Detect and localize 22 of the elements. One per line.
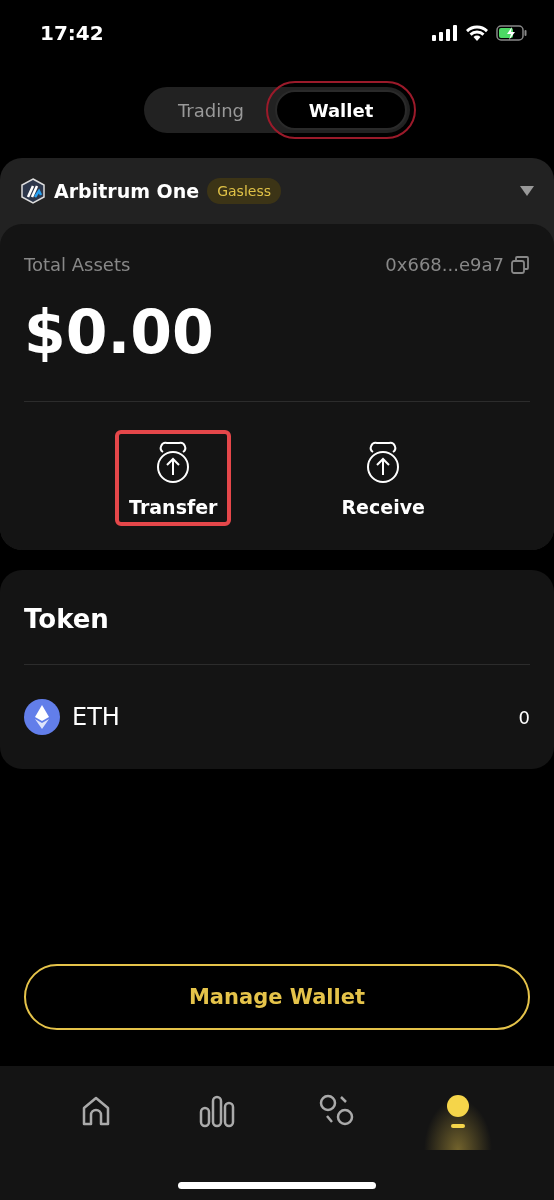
manage-wallet-button[interactable]: Manage Wallet (24, 964, 530, 1030)
battery-icon (496, 25, 528, 41)
gasless-badge: Gasless (207, 178, 281, 204)
swap-icon (319, 1094, 356, 1128)
wifi-icon (466, 25, 488, 41)
ethereum-icon (24, 699, 60, 735)
total-assets-label: Total Assets (24, 254, 131, 275)
token-symbol: ETH (72, 703, 120, 731)
wallet-action-button[interactable]: Receive (327, 430, 439, 526)
token-heading: Token (24, 570, 530, 665)
mode-tab[interactable]: Trading (147, 90, 275, 130)
wallet-action-button[interactable]: Transfer (115, 430, 232, 526)
status-time: 17:42 (40, 21, 104, 45)
copy-icon[interactable] (510, 254, 530, 275)
wallet-address: 0x668...e9a7 (385, 254, 504, 275)
network-name: Arbitrum One (54, 180, 200, 202)
signal-icon (432, 25, 458, 41)
token-amount: 0 (518, 706, 530, 728)
network-logo-icon (20, 178, 46, 204)
dropdown-caret-icon[interactable] (520, 186, 534, 196)
bar-chart-icon (198, 1094, 235, 1128)
total-balance: $0.00 (24, 297, 215, 367)
